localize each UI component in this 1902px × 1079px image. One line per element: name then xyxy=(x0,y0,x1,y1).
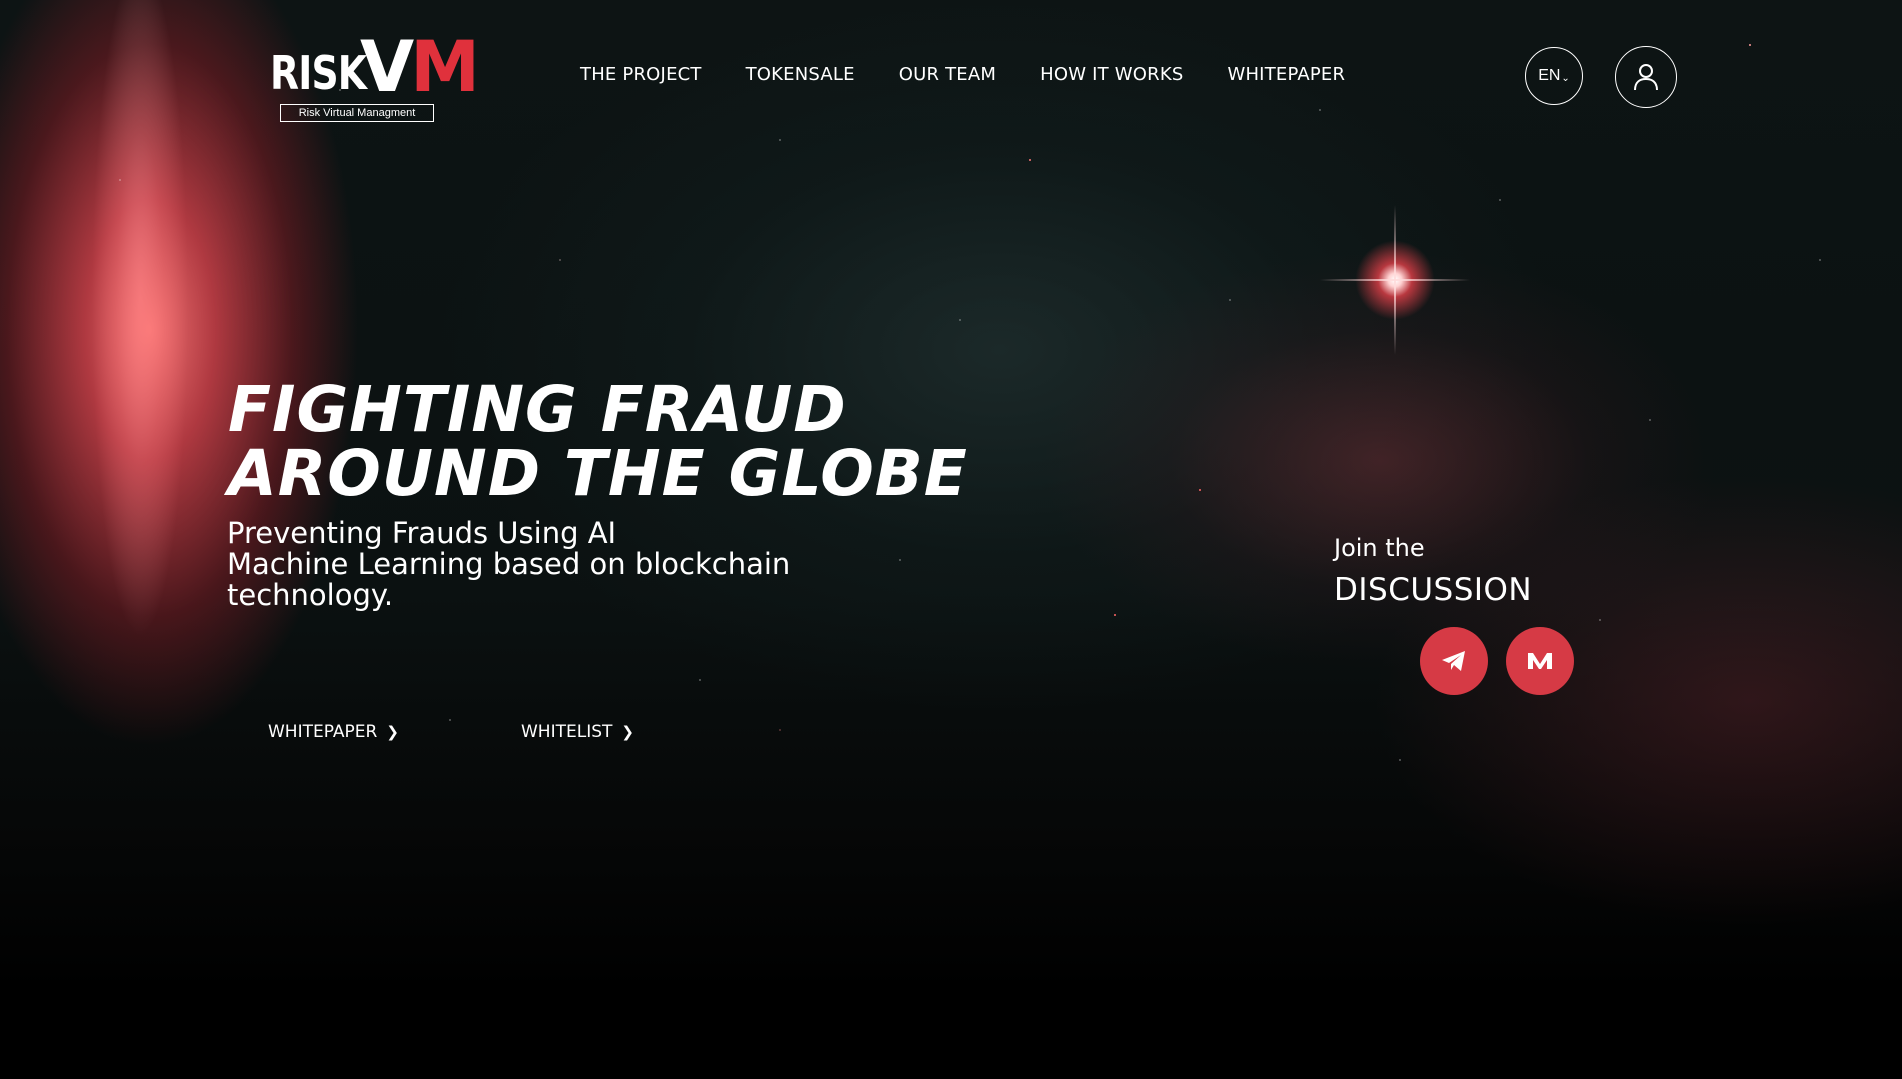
hero-title-line1: FIGHTING FRAUD xyxy=(228,373,847,446)
hero-subtitle-line1: Preventing Frauds Using AI xyxy=(227,516,617,550)
whitepaper-link-label: WHITEPAPER xyxy=(268,722,378,742)
hero-subtitle-line3: technology. xyxy=(227,578,394,612)
logo-tagline: Risk Virtual Managment xyxy=(280,104,434,122)
nav-our-team[interactable]: OUR TEAM xyxy=(899,64,996,85)
logo-vm: VM xyxy=(360,32,480,102)
language-selector[interactable]: EN ⌄ xyxy=(1525,47,1583,105)
chevron-down-icon: ⌄ xyxy=(1561,72,1570,84)
medium-icon xyxy=(1528,653,1552,669)
logo-word: RISK xyxy=(270,46,367,100)
discussion-title: DISCUSSION xyxy=(1334,572,1533,608)
hero-title-line2: AROUND THE GLOBE xyxy=(228,437,968,510)
hero-subtitle: Preventing Frauds Using AI Machine Learn… xyxy=(227,518,847,611)
telegram-button[interactable] xyxy=(1420,627,1488,695)
chevron-right-icon: ❯ xyxy=(386,723,399,741)
main-nav: THE PROJECT TOKENSALE OUR TEAM HOW IT WO… xyxy=(580,64,1389,85)
hero-title: FIGHTING FRAUD AROUND THE GLOBE xyxy=(228,378,968,506)
language-label: EN xyxy=(1538,67,1561,84)
nav-how-it-works[interactable]: HOW IT WORKS xyxy=(1040,64,1183,85)
join-label: Join the xyxy=(1334,534,1425,562)
medium-button[interactable] xyxy=(1506,627,1574,695)
user-account-button[interactable] xyxy=(1615,46,1677,108)
nav-tokensale[interactable]: TOKENSALE xyxy=(746,64,855,85)
logo-vm-v: V xyxy=(360,26,414,108)
logo-vm-m: M xyxy=(410,26,480,108)
logo[interactable]: RISK VM Risk Virtual Managment xyxy=(268,28,480,124)
hero-subtitle-line2: Machine Learning based on blockchain xyxy=(227,547,791,581)
user-icon xyxy=(1634,64,1658,91)
chevron-right-icon: ❯ xyxy=(621,723,634,741)
whitepaper-link[interactable]: WHITEPAPER ❯ xyxy=(268,722,399,742)
star-flare xyxy=(1320,240,1470,320)
whitelist-link-label: WHITELIST xyxy=(521,722,613,742)
nav-whitepaper[interactable]: WHITEPAPER xyxy=(1227,64,1345,85)
nav-the-project[interactable]: THE PROJECT xyxy=(580,64,702,85)
telegram-icon xyxy=(1442,651,1465,671)
whitelist-link[interactable]: WHITELIST ❯ xyxy=(521,722,634,742)
page: RISK VM Risk Virtual Managment THE PROJE… xyxy=(0,0,1902,1079)
